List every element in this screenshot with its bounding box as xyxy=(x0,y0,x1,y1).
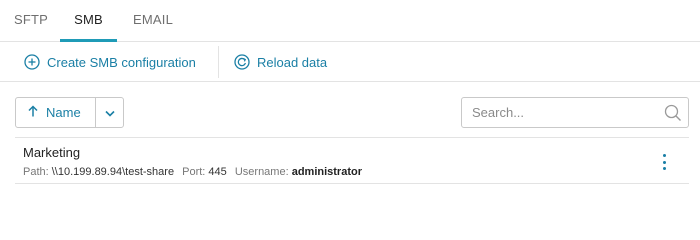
create-smb-configuration-button[interactable]: Create SMB configuration xyxy=(24,42,196,82)
item-details: Path: \\10.199.89.94\test-share Port: 44… xyxy=(23,166,362,178)
port-value: 445 xyxy=(208,166,227,178)
reload-data-button[interactable]: Reload data xyxy=(234,42,327,82)
arrow-up-icon xyxy=(28,105,38,120)
toolbar: Create SMB configuration Reload data xyxy=(0,42,700,82)
create-button-label: Create SMB configuration xyxy=(47,54,196,70)
reload-icon xyxy=(234,54,250,70)
more-vertical-icon[interactable] xyxy=(657,153,671,171)
tab-smb[interactable]: SMB xyxy=(60,0,117,42)
chevron-down-icon xyxy=(104,104,115,122)
path-value: \\10.199.89.94\test-share xyxy=(51,166,175,178)
item-name: Marketing xyxy=(23,145,81,160)
path-label: Path: xyxy=(23,166,49,178)
plus-circle-icon xyxy=(24,54,40,70)
sort-label: Name xyxy=(46,105,81,120)
sort-by-name-button[interactable]: Name xyxy=(16,98,96,127)
search-input[interactable] xyxy=(462,98,662,127)
list-item[interactable]: Marketing Path: \\10.199.89.94\test-shar… xyxy=(15,138,689,184)
search-box xyxy=(461,97,689,128)
username-label: Username: xyxy=(234,166,289,178)
sort-options-toggle[interactable] xyxy=(96,98,123,127)
smb-configuration-page: SFTP SMB EMAIL Create SMB configuration xyxy=(0,0,700,219)
port-label: Port: xyxy=(182,166,206,178)
tab-sftp[interactable]: SFTP xyxy=(14,0,48,42)
username-value: administrator xyxy=(291,166,362,178)
toolbar-divider xyxy=(218,46,219,78)
reload-button-label: Reload data xyxy=(257,54,328,70)
search-icon[interactable] xyxy=(664,104,682,127)
tab-email[interactable]: EMAIL xyxy=(132,0,174,42)
tab-bar: SFTP SMB EMAIL xyxy=(0,0,700,42)
sort-control: Name xyxy=(15,97,124,128)
